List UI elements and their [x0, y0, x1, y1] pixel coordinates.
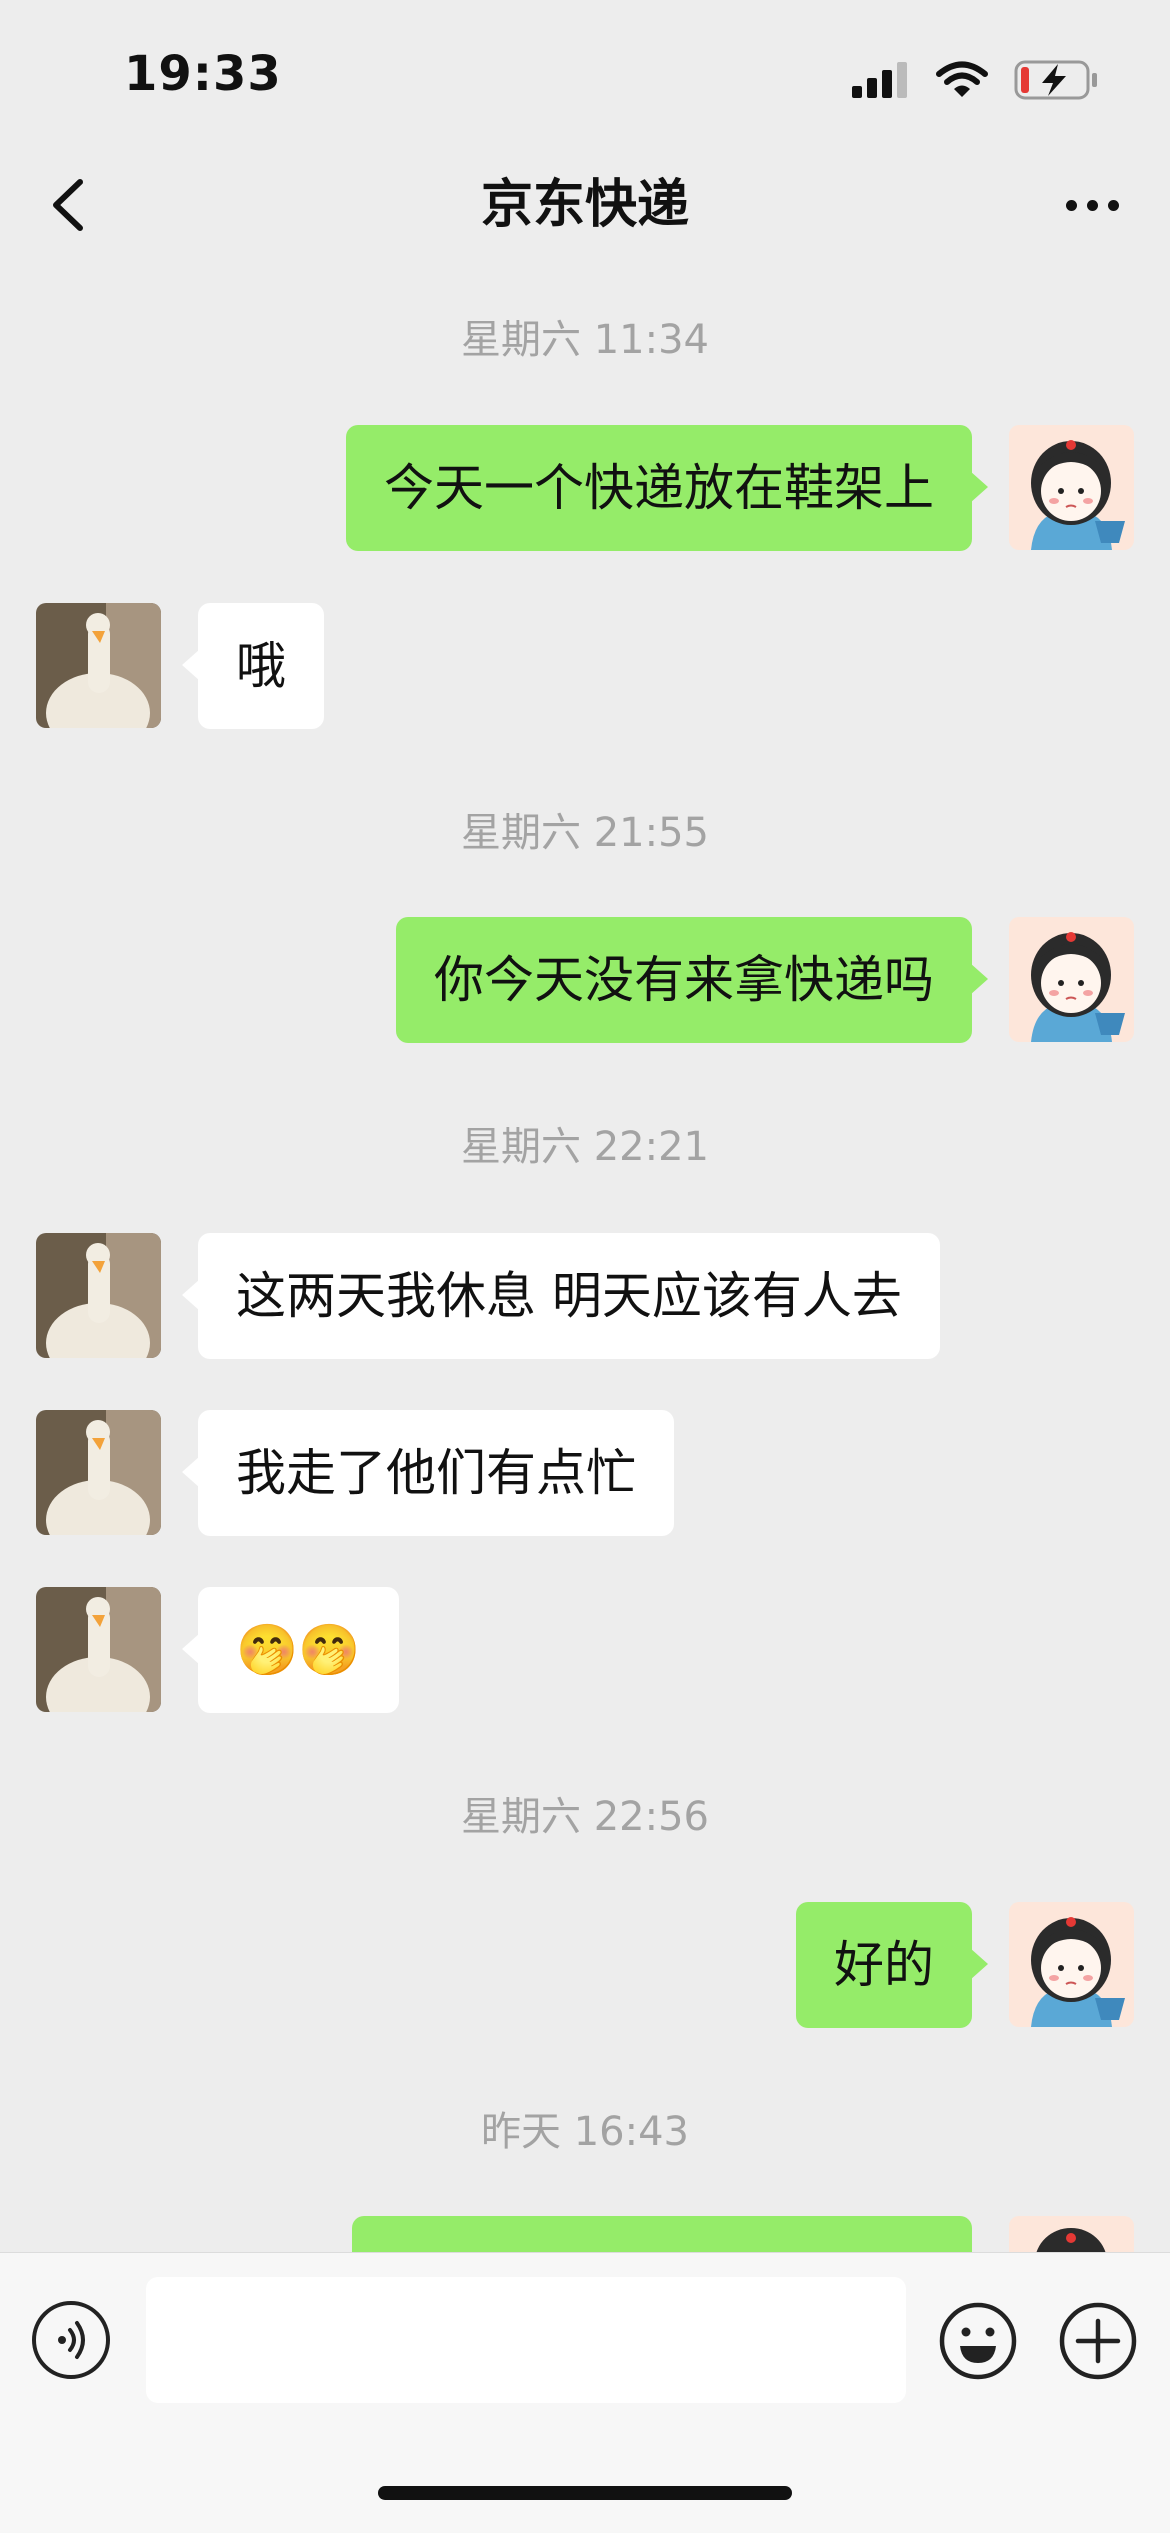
- signal-icon: [852, 62, 907, 98]
- contact-avatar[interactable]: [36, 1410, 161, 1535]
- message-bubble-outgoing[interactable]: 你今天没有来拿快递吗: [396, 917, 988, 1043]
- message-input[interactable]: [146, 2277, 906, 2403]
- girl-avatar-icon: [1009, 917, 1134, 1042]
- message-bubble-incoming[interactable]: 哦: [182, 603, 324, 729]
- contact-avatar[interactable]: [36, 1233, 161, 1358]
- message-bubble-incoming[interactable]: 🤭🤭: [182, 1587, 399, 1713]
- girl-avatar-icon: [1036, 2228, 1106, 2252]
- more-functions-button[interactable]: [1058, 2301, 1138, 2381]
- goose-avatar-icon: [36, 1587, 161, 1712]
- wifi-icon: [936, 61, 988, 97]
- more-dots-icon: [1065, 199, 1077, 211]
- message-bubble-outgoing[interactable]: 今天一个快递放在鞋架上: [346, 425, 988, 551]
- timestamp: 星期六 21:55: [461, 810, 709, 856]
- my-avatar[interactable]: [1009, 425, 1134, 550]
- goose-avatar-icon: [36, 1233, 161, 1358]
- contact-avatar[interactable]: [36, 1587, 161, 1712]
- plus-icon: [1059, 2302, 1137, 2380]
- emoji-button[interactable]: [938, 2301, 1018, 2381]
- battery-icon: [1014, 60, 1097, 100]
- timestamp: 星期六 22:21: [461, 1124, 709, 1170]
- timestamp: 星期六 11:34: [461, 317, 709, 363]
- contact-avatar[interactable]: [36, 603, 161, 728]
- voice-button[interactable]: [32, 2301, 110, 2379]
- my-avatar[interactable]: [1009, 1902, 1134, 2027]
- message-bubble-outgoing-partial[interactable]: [352, 2216, 972, 2252]
- chat-title: 京东快递: [480, 175, 689, 235]
- voice-icon: [58, 2321, 85, 2359]
- emoji-icon: [939, 2302, 1017, 2380]
- goose-avatar-icon: [36, 603, 161, 728]
- goose-avatar-icon: [36, 1410, 161, 1535]
- more-button[interactable]: [1052, 170, 1132, 240]
- timestamp: 昨天 16:43: [481, 2109, 689, 2155]
- status-icons: [852, 50, 1098, 110]
- message-bubble-incoming[interactable]: 我走了他们有点忙: [182, 1410, 674, 1536]
- girl-avatar-icon: [1009, 1902, 1134, 2027]
- home-indicator[interactable]: [378, 2486, 792, 2500]
- status-time: 19:33: [124, 46, 282, 102]
- girl-avatar-icon: [1009, 425, 1134, 550]
- message-bubble-outgoing[interactable]: 好的: [796, 1902, 988, 2028]
- my-avatar[interactable]: [1009, 917, 1134, 1042]
- message-bubble-incoming[interactable]: 这两天我休息 明天应该有人去: [182, 1233, 940, 1359]
- my-avatar-partial[interactable]: [1009, 2216, 1134, 2252]
- timestamp: 星期六 22:56: [461, 1794, 709, 1840]
